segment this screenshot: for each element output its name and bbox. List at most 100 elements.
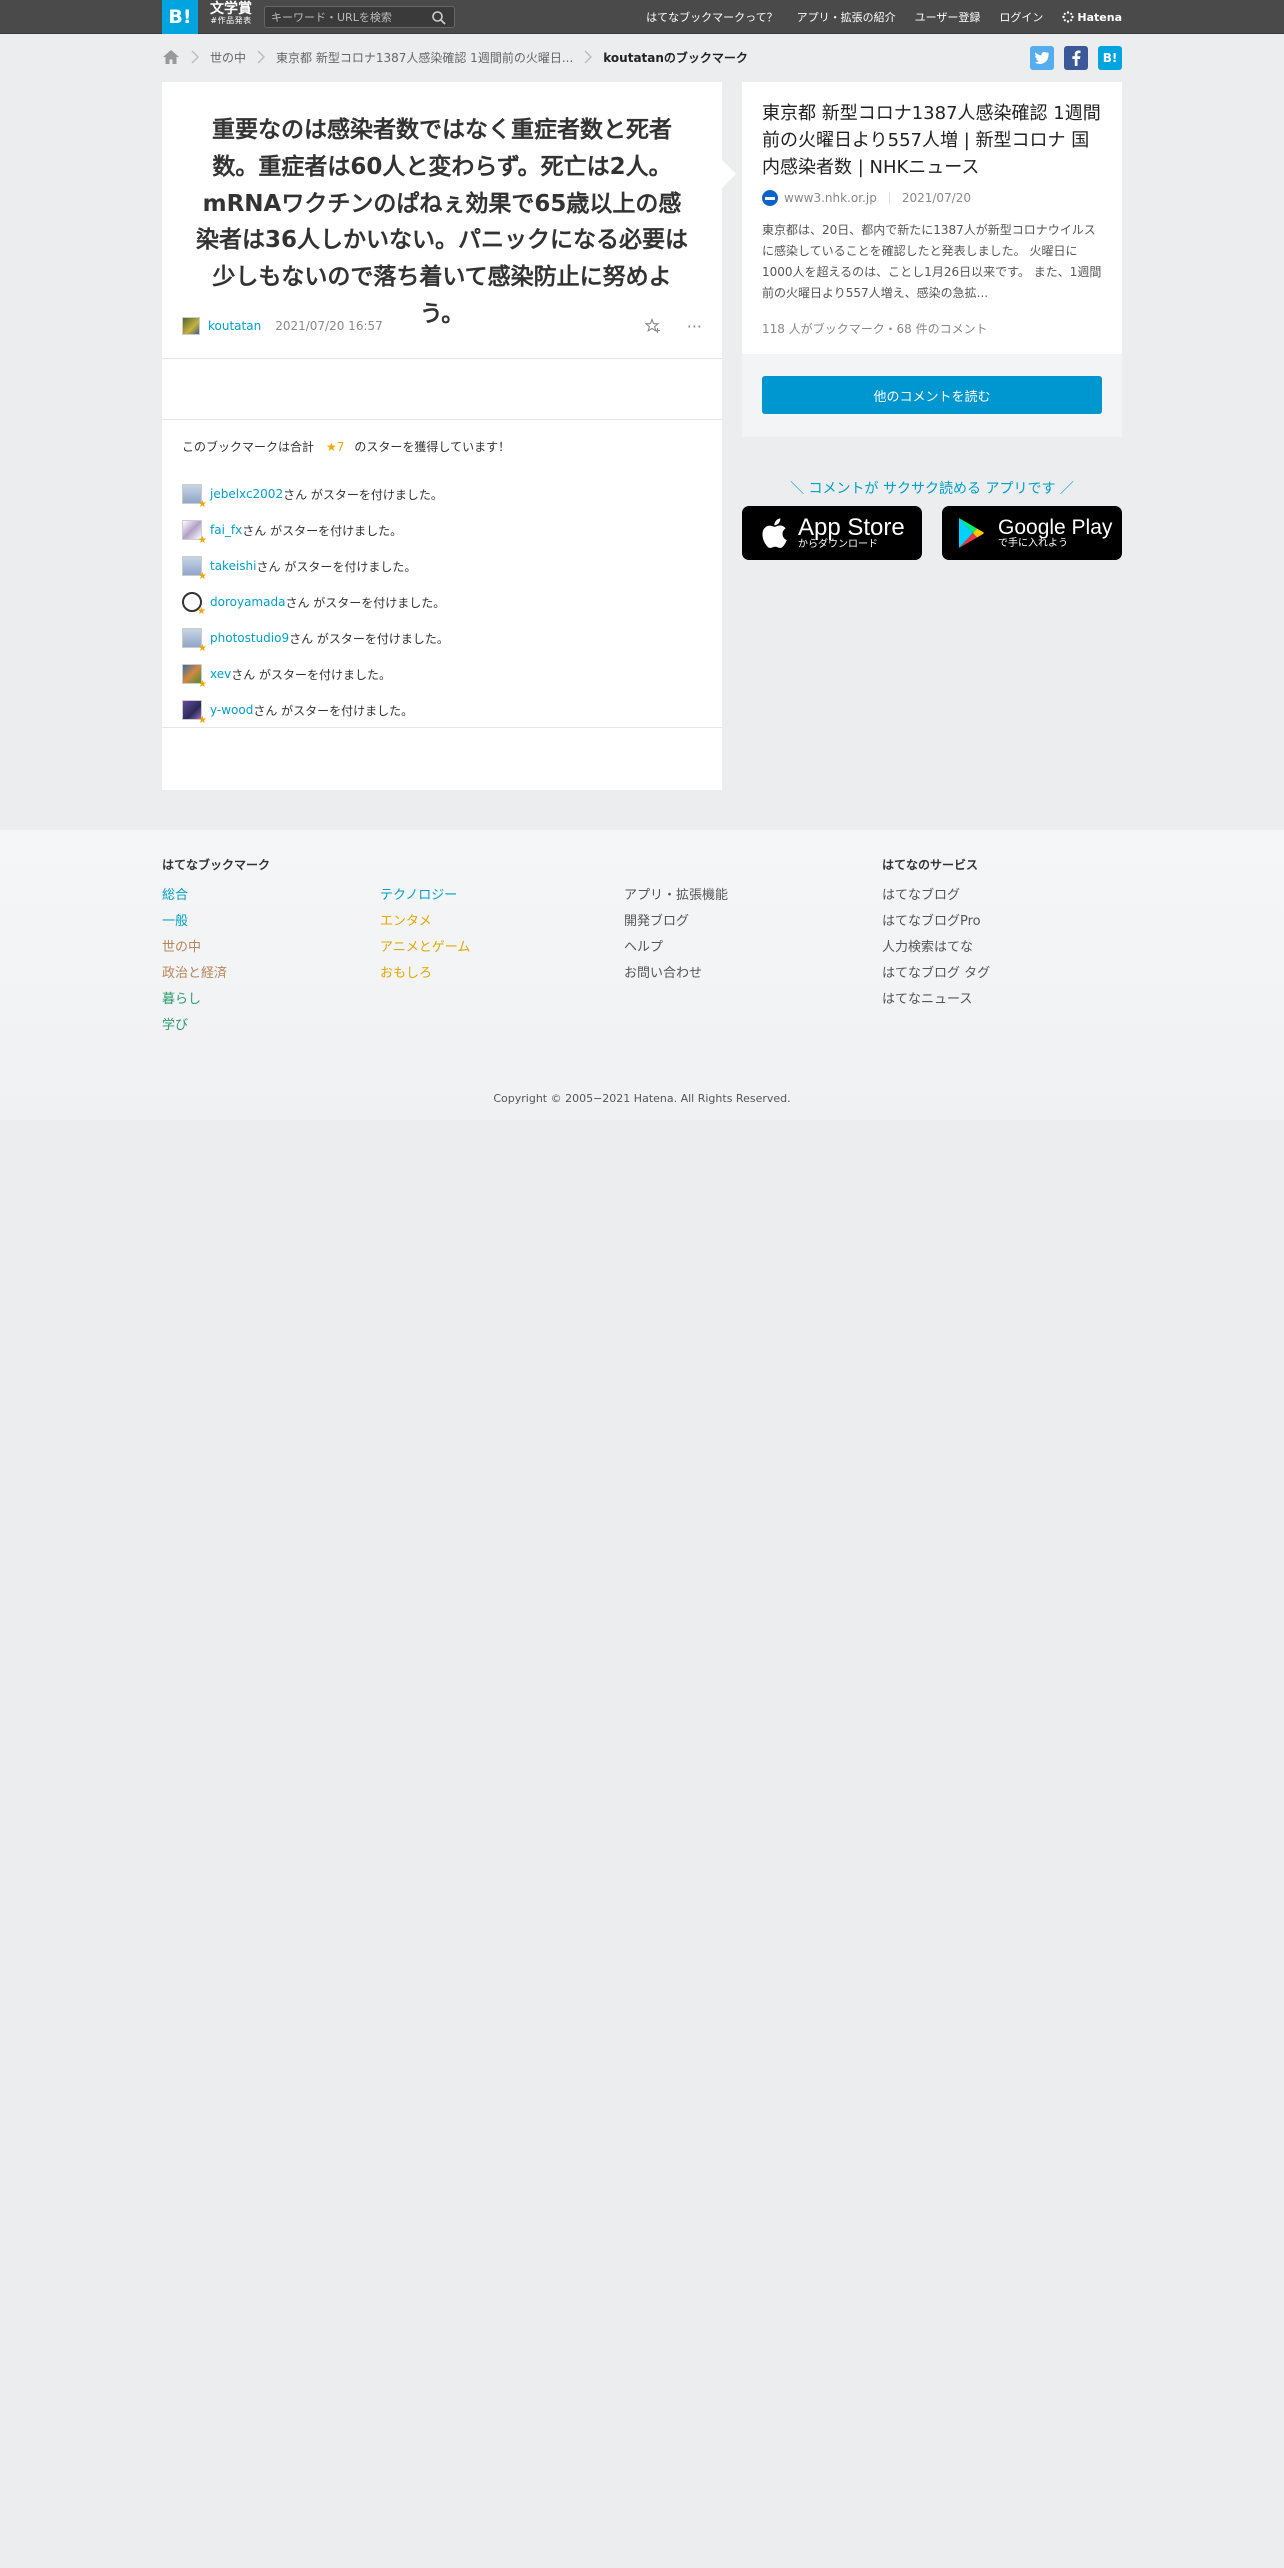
bookmark-comment: 重要なのは感染者数ではなく重症者数と死者数。重症者は60人と変わらず。死亡は2人… (195, 117, 688, 327)
app-store-text: App Store からダウンロード (798, 515, 905, 551)
bookmark-user-link[interactable]: koutatan (208, 319, 261, 333)
footer-service-link[interactable]: はてなブログ (882, 888, 990, 914)
bookmark-meta: koutatan 2021/07/20 16:57 ··· (182, 314, 702, 338)
footer-category-link[interactable]: 総合 (162, 888, 227, 914)
bookmark-card: 重要なのは感染者数ではなく重症者数と死者数。重症者は60人と変わらず。死亡は2人… (162, 82, 736, 790)
divider (162, 419, 722, 420)
footer-link[interactable]: アプリ・拡張機能 (624, 888, 728, 914)
footer-category-link[interactable]: 政治と経済 (162, 966, 227, 992)
star-user-link[interactable]: xev (210, 667, 231, 681)
footer-link[interactable]: ヘルプ (624, 940, 728, 966)
google-play-button[interactable]: Google Play で手に入れよう (942, 506, 1122, 560)
entry-counts: 118 人がブックマーク・68 件のコメント (762, 322, 988, 336)
entry-summary: 東京都は、20日、都内で新たに1387人が新型コロナウイルスに感染していることを… (762, 223, 1102, 300)
footer-link[interactable]: 開発ブログ (624, 914, 728, 940)
footer-service-link[interactable]: はてなブログ タグ (882, 966, 990, 992)
app-store-sublabel: からダウンロード (798, 539, 878, 551)
star-user-link[interactable]: y-wood (210, 703, 253, 717)
footer-category-link[interactable]: おもしろ (380, 966, 470, 992)
entry-title-link[interactable]: 東京都 新型コロナ1387人感染確認 1週間前の火曜日より557人増 | 新型コ… (762, 100, 1107, 181)
star-user-link[interactable]: jebelxc2002 (210, 487, 283, 501)
nav-login[interactable]: ログイン (999, 9, 1043, 25)
google-play-sublabel: で手に入れよう (998, 537, 1068, 549)
footer-categories-col2: テクノロジー エンタメ アニメとゲーム おもしろ (380, 888, 470, 992)
nav-about[interactable]: はてなブックマークって？ (646, 9, 777, 25)
home-icon[interactable] (162, 49, 180, 65)
breadcrumb-category[interactable]: 世の中 (210, 49, 246, 66)
hatena-brand-link[interactable]: Hatena (1062, 11, 1122, 24)
star-action-text: さん がスターを付けました。 (289, 631, 449, 646)
star-user-link[interactable]: photostudio9 (210, 631, 289, 645)
avatar[interactable] (182, 484, 207, 510)
footer-category-link[interactable]: テクノロジー (380, 888, 470, 914)
list-item: xev さん がスターを付けました。 (182, 656, 682, 692)
divider (888, 192, 890, 204)
app-store-label: App Store (798, 514, 905, 542)
list-item: doroyamada さん がスターを付けました。 (182, 584, 682, 620)
literary-award-banner[interactable]: 文学賞 #作品発表 (203, 2, 259, 32)
nav-apps[interactable]: アプリ・拡張の紹介 (797, 9, 896, 25)
avatar[interactable] (182, 700, 207, 726)
stars-total-count: ★7 (326, 439, 345, 454)
list-item: fai_fx さん がスターを付けました。 (182, 512, 682, 548)
list-item: jebelxc2002 さん がスターを付けました。 (182, 476, 682, 512)
footer-link[interactable]: お問い合わせ (624, 966, 728, 992)
footer-category-link[interactable]: 暮らし (162, 992, 227, 1018)
avatar[interactable] (182, 520, 207, 546)
footer-service-link[interactable]: はてなニュース (882, 992, 990, 1018)
footer-category-link[interactable]: 学び (162, 1018, 227, 1044)
google-play-label: Google Play (998, 515, 1113, 539)
star-action-text: さん がスターを付けました。 (253, 703, 414, 718)
nhk-favicon-icon (762, 190, 778, 206)
entry-date: 2021/07/20 (901, 191, 971, 205)
divider (162, 358, 722, 359)
avatar[interactable] (182, 592, 206, 617)
nav-register[interactable]: ユーザー登録 (915, 9, 981, 25)
footer-categories-col1: 総合 一般 世の中 政治と経済 暮らし 学び (162, 888, 227, 1044)
footer-service-link[interactable]: はてなブログPro (882, 914, 990, 940)
avatar[interactable] (182, 317, 200, 335)
hatena-brand-text: Hatena (1077, 10, 1122, 24)
app-store-button[interactable]: App Store からダウンロード (742, 506, 922, 560)
search-icon[interactable] (431, 10, 447, 26)
footer-category-link[interactable]: 世の中 (162, 940, 227, 966)
avatar[interactable] (182, 628, 207, 654)
breadcrumb: 世の中 東京都 新型コロナ1387人感染確認 1週間前の火曜日... kouta… (162, 46, 748, 68)
breadcrumb-current: koutatanのブックマーク (603, 50, 748, 65)
read-comments-button[interactable]: 他のコメントを読む (762, 376, 1102, 414)
app-promo-text: ＼ コメントが サクサク読める アプリです ／ (790, 481, 1074, 497)
more-options-icon[interactable]: ··· (687, 317, 702, 336)
header-nav: はてなブックマークって？ アプリ・拡張の紹介 ユーザー登録 ログイン Haten… (627, 0, 1122, 34)
avatar[interactable] (182, 664, 207, 690)
chevron-right-icon (584, 50, 593, 64)
footer-category-link[interactable]: エンタメ (380, 914, 470, 940)
footer-services-heading: はてなのサービス (882, 858, 979, 872)
star-user-link[interactable]: fai_fx (210, 523, 242, 537)
list-item: takeishi さん がスターを付けました。 (182, 548, 682, 584)
breadcrumb-entry[interactable]: 東京都 新型コロナ1387人感染確認 1週間前の火曜日... (276, 49, 573, 66)
list-item: photostudio9 さん がスターを付けました。 (182, 620, 682, 656)
entry-domain-link[interactable]: www3.nhk.or.jp (784, 191, 877, 205)
search-input[interactable] (271, 9, 421, 25)
star-action-text: さん がスターを付けました。 (283, 487, 443, 502)
site-footer: はてなブックマーク 総合 一般 世の中 政治と経済 暮らし 学び テクノロジー … (0, 830, 1284, 1120)
stars-summary-prefix: このブックマークは合計 (182, 440, 315, 454)
list-item: y-wood さん がスターを付けました。 (182, 692, 682, 728)
entry-card: 東京都 新型コロナ1387人感染確認 1週間前の火曜日より557人増 | 新型コ… (742, 82, 1122, 437)
bookmark-date: 2021/07/20 16:57 (275, 319, 383, 333)
star-user-link[interactable]: doroyamada (210, 595, 285, 609)
avatar[interactable] (182, 556, 207, 582)
add-star-icon[interactable] (644, 318, 661, 334)
footer-services-col: はてなブログ はてなブログPro 人力検索はてな はてなブログ タグ はてなニュ… (882, 888, 990, 1018)
google-play-icon (959, 518, 984, 548)
twitter-share-icon[interactable] (1030, 46, 1054, 70)
hatena-bookmark-share-icon[interactable]: B! (1098, 46, 1122, 70)
footer-category-link[interactable]: 一般 (162, 914, 227, 940)
footer-service-link[interactable]: 人力検索はてな (882, 940, 990, 966)
footer-category-link[interactable]: アニメとゲーム (380, 940, 470, 966)
bookmark-actions: ··· (644, 317, 702, 336)
star-user-link[interactable]: takeishi (210, 559, 257, 573)
facebook-share-icon[interactable] (1064, 46, 1088, 70)
hatena-bookmark-logo[interactable]: B! (162, 0, 198, 34)
search-box (264, 6, 455, 28)
